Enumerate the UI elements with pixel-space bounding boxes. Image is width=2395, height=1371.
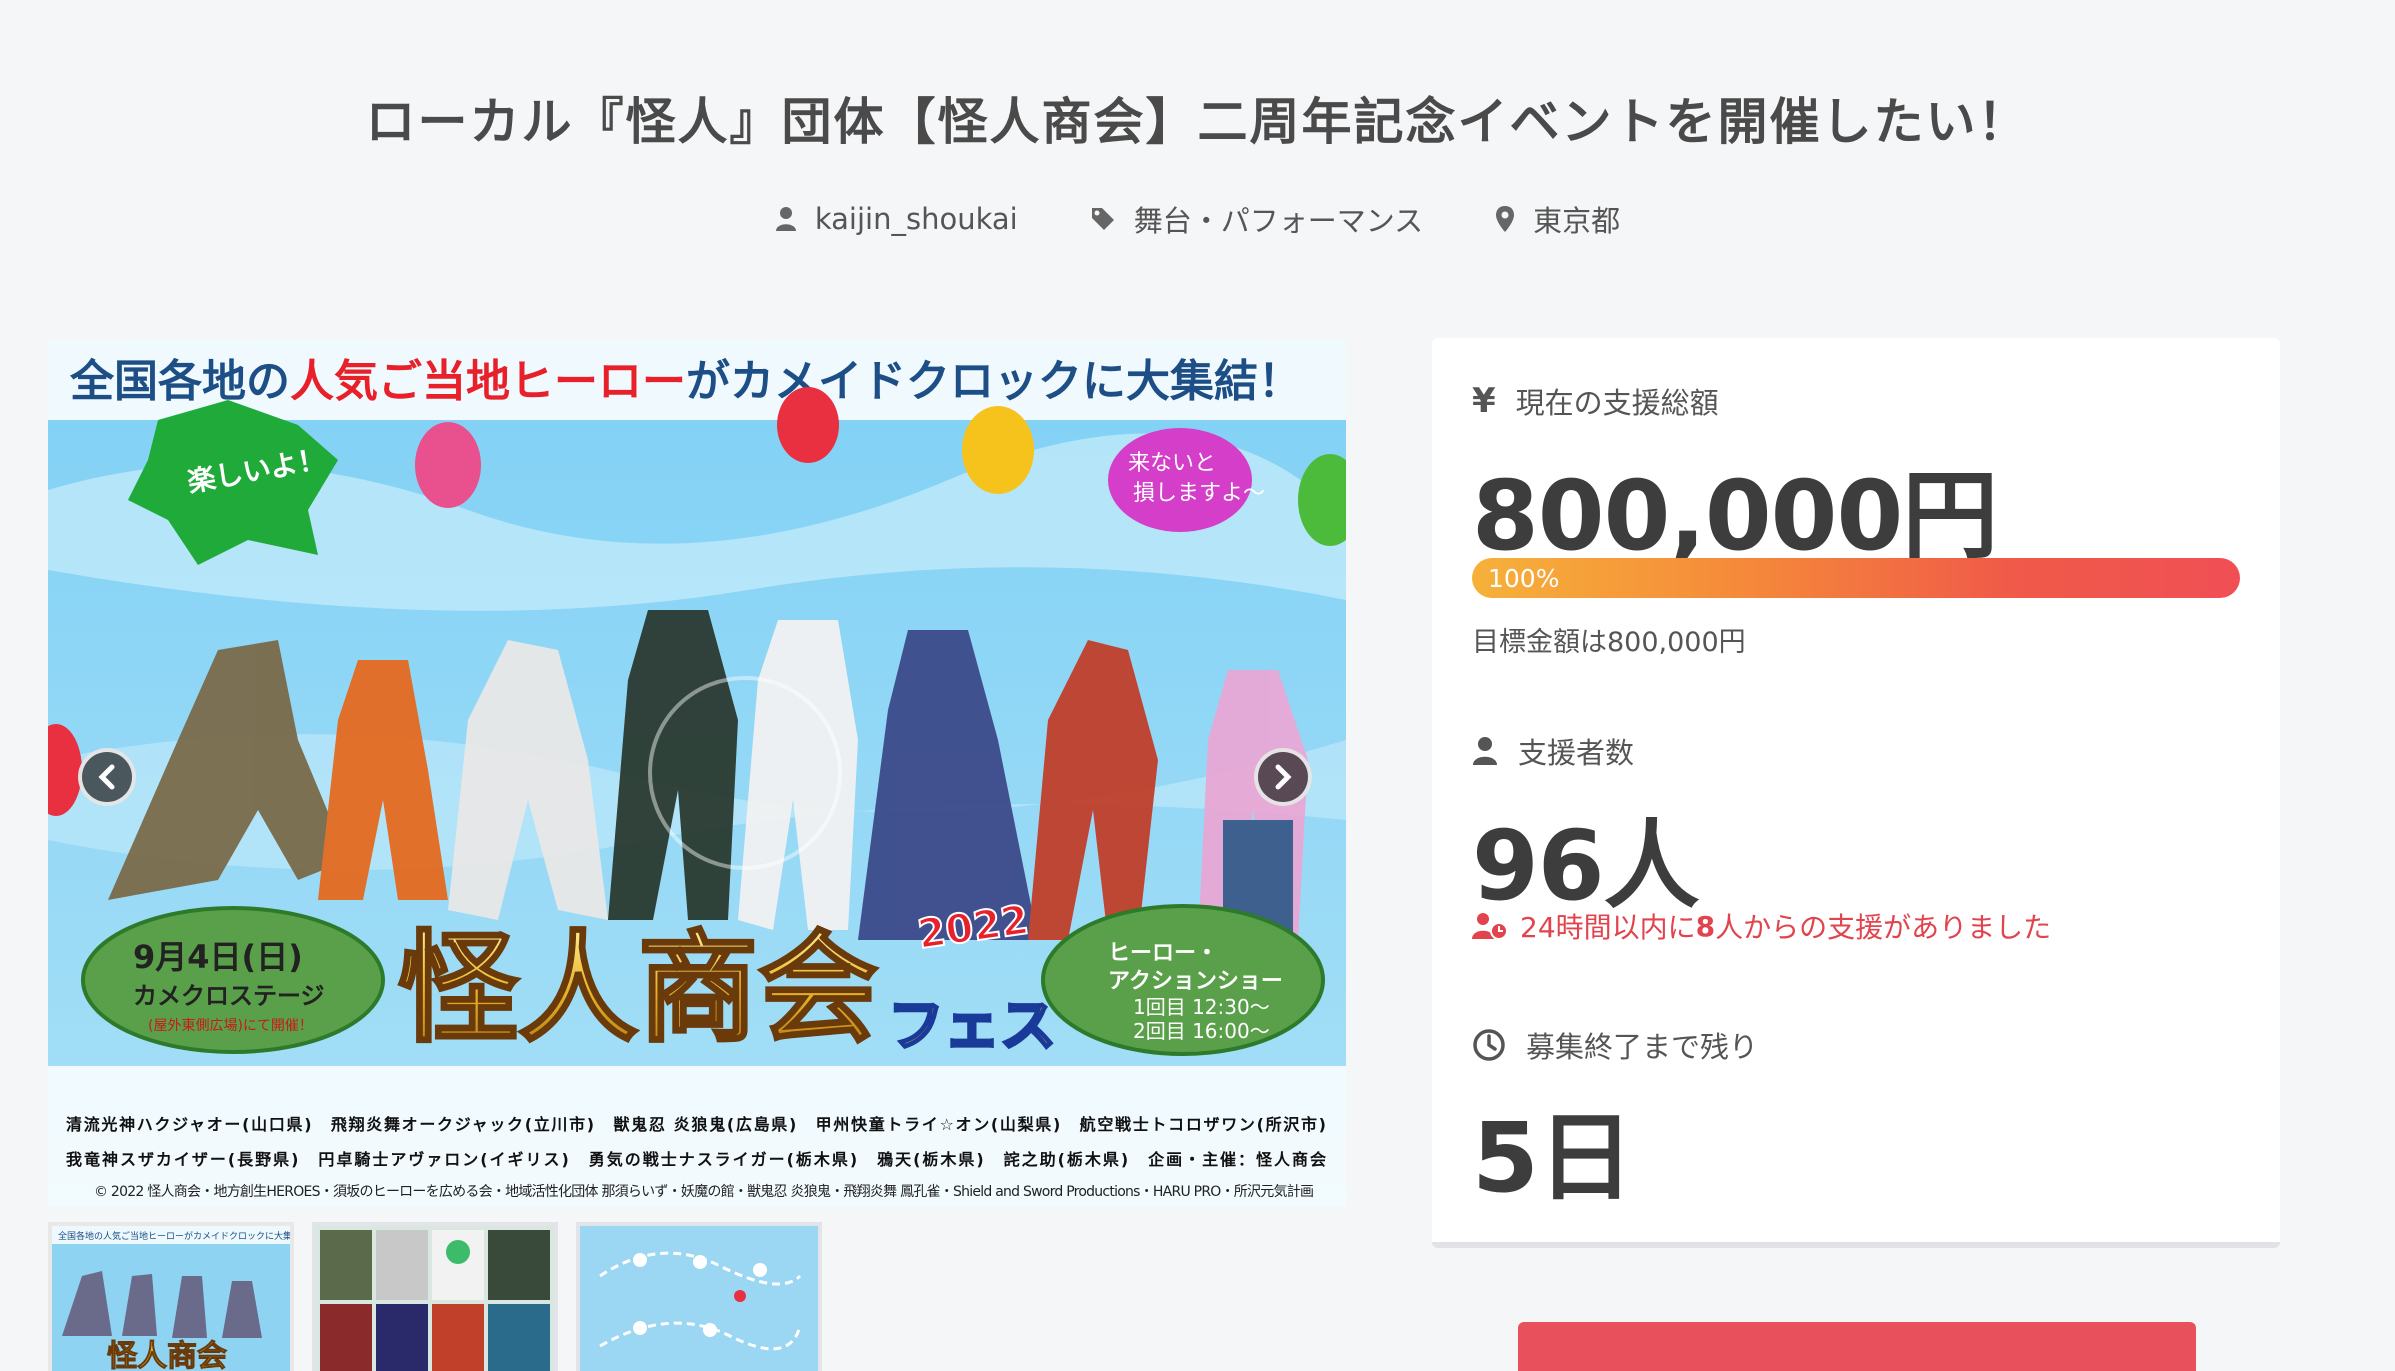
poster-bubble-right-2: 損しますよ〜: [1133, 481, 1265, 506]
category-link[interactable]: 舞台・パフォーマンス: [1090, 198, 1423, 240]
goal-text: 目標金額は800,000円: [1472, 627, 1746, 658]
backers-label: 支援者数: [1518, 736, 1635, 770]
user-icon: [775, 207, 796, 231]
poster-logo-sub: フェス: [888, 994, 1056, 1059]
thumbnail-2[interactable]: [312, 1222, 558, 1371]
recent-backers-notice: 24時間以内に 8 人からの支援がありました: [1472, 906, 2051, 946]
chevron-right-icon: [1275, 764, 1292, 790]
funding-summary-panel: ¥ 現在の支援総額 800,000円 100% 目標金額は800,000円 支援…: [1432, 338, 2280, 1248]
progress-label: 100%: [1488, 564, 1560, 593]
category-name: 舞台・パフォーマンス: [1133, 204, 1424, 238]
map-pin-icon: [1496, 206, 1515, 232]
yen-icon: ¥: [1472, 381, 1496, 421]
support-button[interactable]: [1518, 1322, 2196, 1371]
amount-label: 現在の支援総額: [1515, 386, 1719, 420]
location-name: 東京都: [1533, 204, 1621, 238]
thumbnail-map-image: [580, 1226, 818, 1371]
amount-label-row: ¥ 現在の支援総額: [1472, 380, 1719, 422]
poster-heroes-row2: 我竜神スザカイザー(長野県) 円卓騎士アヴァロン(イギリス) 勇気の戦士ナスライ…: [66, 1150, 1326, 1169]
poster-bubble-right-1: 来ないと: [1128, 451, 1216, 476]
funding-progress-bar: 100%: [1472, 558, 2240, 598]
amount-value: 800,000円: [1472, 460, 1998, 572]
carousel-prev-button[interactable]: [78, 748, 136, 806]
owner-link[interactable]: kaijin_shoukai: [775, 198, 1018, 240]
thumbnail-1[interactable]: 全国各地の人気ご当地ヒーローがカメイドクロックに大集結！ 怪人商会: [48, 1222, 294, 1371]
tag-icon: [1091, 208, 1114, 230]
user-clock-icon: [1472, 913, 1508, 940]
thumbnail-heroes-grid-image: [316, 1226, 554, 1371]
thumbnail-3[interactable]: [576, 1222, 822, 1371]
remaining-label: 募集終了まで残り: [1526, 1030, 1759, 1064]
poster-copyright: © 2022 怪人商会・地方創生HEROES・須坂のヒーローを広める会・地域活性…: [94, 1183, 1314, 1200]
project-title: ローカル『怪人』団体【怪人商会】二周年記念イベントを開催したい！: [365, 93, 2030, 151]
backers-label-row: 支援者数: [1472, 730, 1634, 772]
project-meta: kaijin_shoukai 舞台・パフォーマンス 東京都: [0, 198, 2395, 240]
user-icon: [1473, 737, 1497, 765]
carousel-next-button[interactable]: [1254, 748, 1312, 806]
clock-icon: [1473, 1029, 1505, 1061]
thumb1-caption: 全国各地の人気ご当地ヒーローがカメイドクロックに大集結！: [58, 1230, 290, 1242]
recent-prefix: 24時間以内に: [1520, 911, 1696, 944]
poster-show-title-2: アクションショー: [1108, 969, 1283, 994]
poster-heroes-row1: 清流光神ハクジャオー(山口県) 飛翔炎舞オークジャック(立川市) 獣鬼忍 炎狼鬼…: [66, 1115, 1326, 1134]
poster-venue-note: (屋外東側広場)にて開催！: [148, 1018, 313, 1034]
poster-venue: カメクロステージ: [133, 982, 325, 1010]
thumb1-logo: 怪人商会: [107, 1339, 227, 1371]
owner-name: kaijin_shoukai: [814, 202, 1018, 236]
thumbnail-poster-image: 全国各地の人気ご当地ヒーローがカメイドクロックに大集結！ 怪人商会: [52, 1226, 290, 1371]
chevron-left-icon: [98, 764, 115, 790]
carousel-thumbnails: 全国各地の人気ご当地ヒーローがカメイドクロックに大集結！ 怪人商会: [48, 1222, 822, 1371]
poster-show-time-1: 1回目 12:30〜: [1133, 995, 1270, 1019]
project-page: ローカル『怪人』団体【怪人商会】二周年記念イベントを開催したい！ kaijin_…: [0, 0, 2395, 1371]
remaining-value: 5日: [1472, 1102, 1634, 1214]
location-link[interactable]: 東京都: [1495, 198, 1620, 240]
poster-logo: 怪人商会: [398, 920, 878, 1059]
poster-date: 9月4日(日): [133, 938, 303, 976]
recent-count: 8: [1695, 909, 1716, 943]
poster-headline-left: 全国各地の人気ご当地ヒーローがカメイドクロックに大集結！: [69, 356, 1302, 407]
play-overlay-icon: [648, 676, 842, 870]
image-carousel[interactable]: 全国各地の人気ご当地ヒーローがカメイドクロックに大集結！ 楽しいよ！ 来ないと …: [48, 340, 1346, 1206]
poster-show-title-1: ヒーロー・: [1108, 941, 1218, 966]
recent-suffix: 人からの支援がありました: [1715, 911, 2052, 944]
remaining-label-row: 募集終了まで残り: [1472, 1024, 1758, 1066]
poster-show-time-2: 2回目 16:00〜: [1133, 1019, 1270, 1043]
